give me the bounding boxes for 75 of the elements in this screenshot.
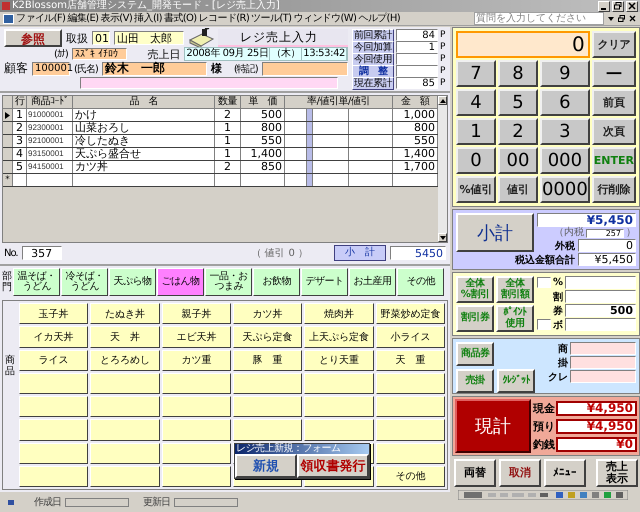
points-label: 今回使用 <box>352 52 394 66</box>
updated-date-label: 更新日 <box>143 496 170 509</box>
points-label: 現在累計 <box>352 76 394 90</box>
inner-tax-close: ） <box>626 228 636 238</box>
discount-field-label: 割 <box>553 290 563 304</box>
points-label: 前回累計 <box>352 28 394 42</box>
popup-title: レジ売上新規：フォーム <box>235 444 369 454</box>
table-cell: 1 <box>215 122 241 134</box>
table-cell: 800 <box>241 122 285 134</box>
form-title: レジ売上入力 <box>218 28 348 48</box>
column-header: 商品ｺｰﾄﾞ <box>27 96 73 109</box>
discount-label: （ 値引 <box>251 247 284 260</box>
table-cell: 1 <box>215 148 241 160</box>
customer-label: 顧客 <box>4 60 28 77</box>
table-cell: 550 <box>241 135 285 147</box>
subtotal-label: 小 計 <box>334 245 386 261</box>
table-cell: 92100001 <box>27 135 73 147</box>
inner-tax-label: （内税 <box>554 228 584 238</box>
table-cell: 5 <box>13 161 27 173</box>
table-cell: 1 <box>13 109 27 121</box>
table-cell: 山菜おろし <box>73 122 215 134</box>
column-header: 品 名 <box>73 96 215 109</box>
column-header: 数量 <box>215 96 241 109</box>
payment-field-label: 掛 <box>556 356 568 370</box>
product-label: 商品 <box>5 355 15 377</box>
table-cell: 500 <box>241 109 285 121</box>
table-cell: カツ丼 <box>73 161 215 173</box>
payment-field-label: 商 <box>557 342 568 356</box>
handler-label: 取扱 <box>66 30 88 46</box>
table-cell: 3 <box>13 135 27 147</box>
table-cell: 2 <box>13 122 27 134</box>
column-header: 金 額 <box>393 96 438 109</box>
table-cell: 4 <box>13 148 27 160</box>
points-unit: P <box>440 66 446 76</box>
column-header: 単 価 <box>241 96 285 109</box>
table-cell: 93150001 <box>27 148 73 160</box>
table-cell: 91000001 <box>27 109 73 121</box>
kana-label: (ｶﾅ) <box>54 48 68 60</box>
points-unit: P <box>440 30 446 40</box>
column-header: 行 <box>13 96 27 109</box>
table-cell: 1 <box>215 135 241 147</box>
table-cell: 92300001 <box>27 122 73 134</box>
amount-display: 0 <box>456 31 590 58</box>
table-cell: 天ぷら盛合せ <box>73 148 215 160</box>
discount-value: 0 ） <box>288 247 308 260</box>
sale-date-label: 売上日 <box>147 46 180 62</box>
table-cell: 2 <box>215 109 241 121</box>
discount-field-label: 券 <box>553 304 563 318</box>
column-header: 率/値引単/値引 <box>285 96 393 109</box>
grand-total-label: 税込金額合計 <box>515 254 575 266</box>
payment-field-label: クレ <box>548 370 568 384</box>
name-label: (氏名) <box>74 62 98 76</box>
honorific-label: 様 <box>210 61 222 76</box>
points-label: 今回加算 <box>352 40 394 54</box>
table-cell: 冷したぬき <box>73 135 215 147</box>
department-label: 部門 <box>2 271 12 293</box>
cash-label: 現金 <box>533 400 555 416</box>
cash-label: 釣銭 <box>533 436 555 452</box>
table-cell: 850 <box>241 161 285 173</box>
note-label: (特記) <box>234 62 258 76</box>
created-date-label: 作成日 <box>34 496 61 509</box>
weekday-field: （木） <box>270 48 302 60</box>
discount-field-label: ボ <box>553 318 563 332</box>
number-label: No. <box>4 248 18 258</box>
points-unit: P <box>440 54 446 64</box>
new-row-marker: * <box>3 174 13 186</box>
table-cell: 2 <box>215 161 241 173</box>
outer-tax-label: 外税 <box>555 240 575 252</box>
points-unit: P <box>440 42 446 52</box>
table-cell: 1,400 <box>241 148 285 160</box>
table-cell: かけ <box>73 109 215 121</box>
table-cell: 94150001 <box>27 161 73 173</box>
discount-field-label: % <box>553 277 563 288</box>
cash-label: 預り <box>533 418 555 434</box>
points-unit: P <box>440 78 446 88</box>
